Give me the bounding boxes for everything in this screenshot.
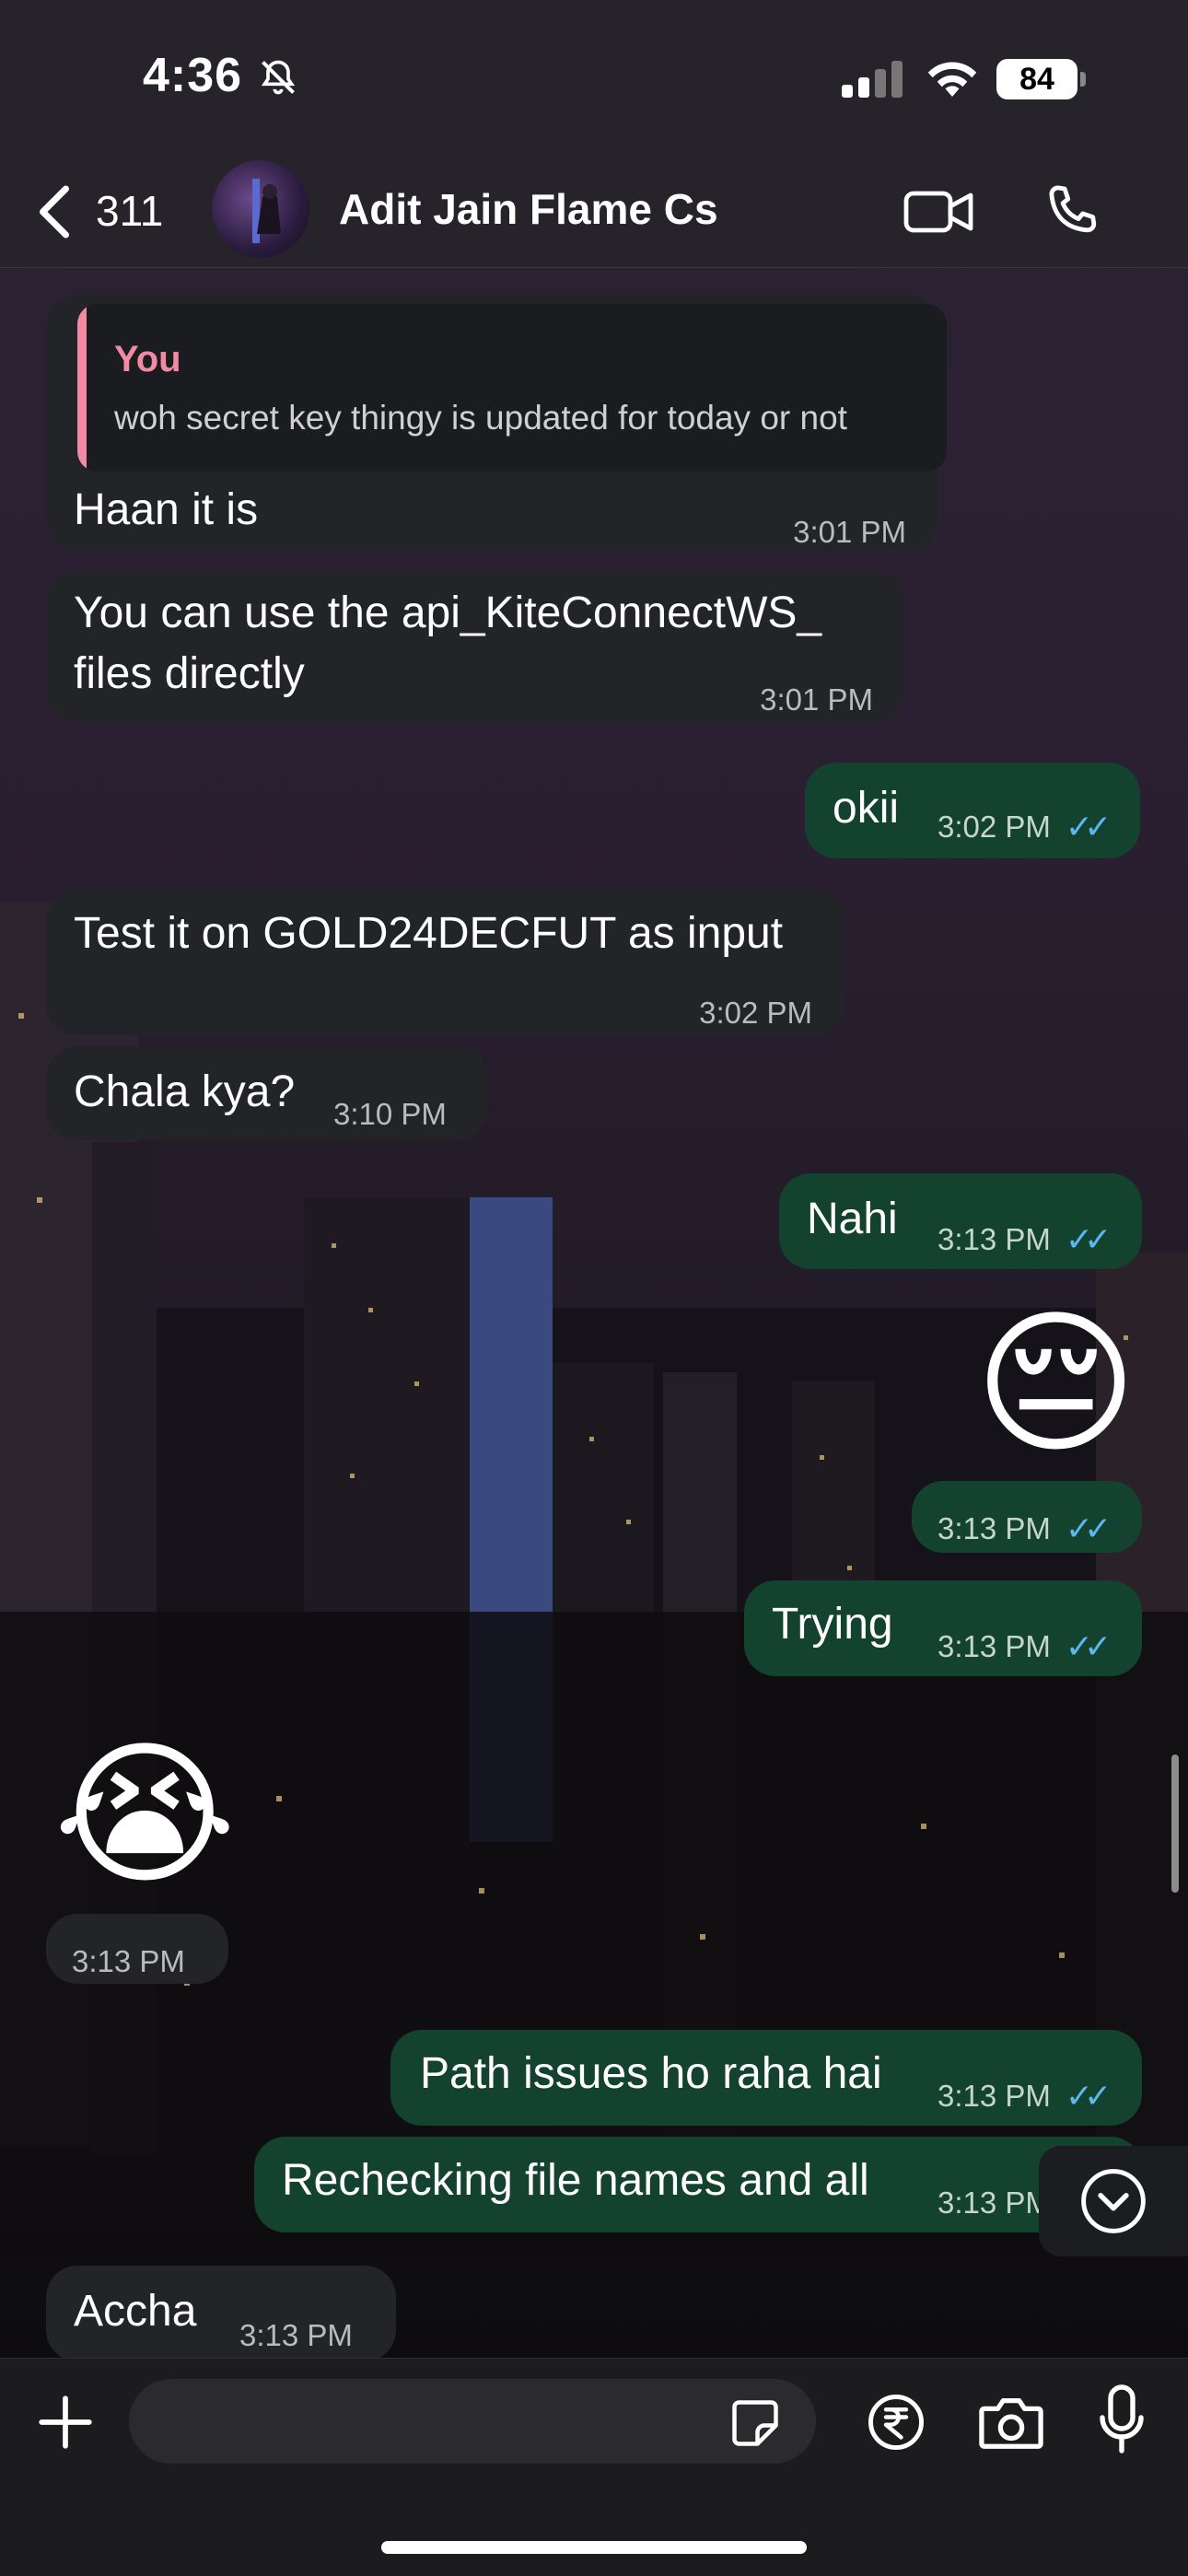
sticker-icon[interactable] <box>728 2395 783 2451</box>
message-bubble-incoming[interactable]: You woh secret key thingy is updated for… <box>46 295 947 551</box>
quoted-message[interactable]: You woh secret key thingy is updated for… <box>77 304 947 472</box>
camera-icon[interactable] <box>976 2390 1046 2454</box>
message-text: Nahi <box>807 1195 898 1243</box>
read-receipt-icon: ✓✓ <box>1065 1509 1112 1547</box>
message-bubble-incoming[interactable]: Chala kya? 3:10 PM <box>46 1046 488 1140</box>
read-receipt-icon: ✓✓ <box>1065 1220 1112 1258</box>
message-time: 3:02 PM ✓✓ <box>938 798 1112 857</box>
message-list[interactable]: You woh secret key thingy is updated for… <box>0 230 1188 2361</box>
message-bubble-outgoing[interactable]: Trying 3:13 PM ✓✓ <box>744 1580 1142 1676</box>
read-receipt-icon: ✓✓ <box>1065 2077 1112 2115</box>
message-bubble-incoming[interactable]: Test it on GOLD24DECFUT as input 3:02 PM <box>46 890 845 1035</box>
message-time-pill: 3:13 PM <box>46 1914 228 1984</box>
phone-icon[interactable] <box>1041 179 1103 241</box>
microphone-icon[interactable] <box>1096 2384 1147 2456</box>
message-time: 3:13 PM ✓✓ <box>938 2067 1112 2126</box>
contact-name[interactable]: Adit Jain Flame Cs <box>339 184 718 234</box>
message-bubble-outgoing[interactable]: Path issues ho raha hai 3:13 PM ✓✓ <box>390 2030 1142 2126</box>
message-text: files directly <box>74 649 305 698</box>
battery-nub <box>1080 72 1086 87</box>
message-time: 3:01 PM <box>760 682 873 717</box>
message-text: Rechecking file names and all <box>282 2156 869 2205</box>
plus-icon[interactable] <box>37 2394 94 2451</box>
message-bubble-incoming[interactable]: Accha 3:13 PM <box>46 2266 396 2361</box>
scroll-to-bottom-button[interactable] <box>1039 2146 1188 2256</box>
message-time: 3:13 PM ✓✓ <box>938 1210 1112 1269</box>
message-time: 3:13 PM ✓✓ <box>938 1499 1112 1558</box>
rupee-icon[interactable] <box>866 2392 926 2453</box>
status-time: 4:36 <box>143 49 243 102</box>
video-camera-icon[interactable] <box>903 182 976 241</box>
message-time: 3:01 PM <box>793 515 906 549</box>
chevron-down-circle-icon <box>1081 2169 1146 2233</box>
quote-author: You <box>114 339 181 379</box>
message-time-pill: 3:13 PM ✓✓ <box>912 1481 1142 1553</box>
message-input[interactable] <box>129 2379 816 2464</box>
message-text: okii <box>833 784 900 833</box>
message-bubble-outgoing[interactable]: Rechecking file names and all 3:13 PM <box>254 2137 1142 2232</box>
emoji-message[interactable]: 😭 <box>53 1737 237 1894</box>
composer-bar <box>0 2358 1188 2576</box>
emoji-message[interactable]: 😔 <box>974 1306 1137 1463</box>
chevron-left-icon[interactable] <box>31 184 77 239</box>
back-unread-count[interactable]: 311 <box>96 186 163 236</box>
message-time: 3:02 PM <box>699 996 812 1030</box>
message-text: You can use the api_KiteConnectWS_ <box>74 589 822 637</box>
chat-header: 311 Adit Jain Flame Cs <box>0 157 1188 268</box>
message-time: 3:13 PM <box>938 2186 1051 2220</box>
message-time: 3:10 PM <box>333 1097 447 1131</box>
quote-accent-bar <box>77 304 87 472</box>
message-text: Path issues ho raha hai <box>420 2049 882 2098</box>
message-bubble-outgoing[interactable]: okii 3:02 PM ✓✓ <box>805 763 1140 858</box>
avatar[interactable] <box>212 160 309 258</box>
home-indicator <box>381 2541 807 2554</box>
quote-text: woh secret key thingy is updated for tod… <box>114 399 847 437</box>
status-bar: 4:36 84 <box>0 0 1188 157</box>
avatar-image <box>252 179 281 243</box>
battery-indicator: 84 <box>996 59 1077 99</box>
message-text: Accha <box>74 2287 197 2336</box>
message-text: Test it on GOLD24DECFUT as input <box>74 909 784 958</box>
message-text: Haan it is <box>74 485 259 534</box>
scrollbar-thumb[interactable] <box>1171 1754 1179 1893</box>
message-time: 3:13 PM <box>72 1944 185 1978</box>
message-bubble-incoming[interactable]: You can use the api_KiteConnectWS_ files… <box>46 571 904 722</box>
read-receipt-icon: ✓✓ <box>1065 1627 1112 1665</box>
message-text: Chala kya? <box>74 1067 296 1116</box>
bell-muted-icon <box>261 60 296 95</box>
read-receipt-icon: ✓✓ <box>1065 808 1112 845</box>
message-time: 3:13 PM <box>239 2318 353 2352</box>
message-bubble-outgoing[interactable]: Nahi 3:13 PM ✓✓ <box>779 1173 1142 1269</box>
message-text: Trying <box>772 1600 893 1649</box>
cellular-signal-icon <box>842 61 903 98</box>
wifi-icon <box>927 62 977 97</box>
message-time: 3:13 PM ✓✓ <box>938 1617 1112 1676</box>
